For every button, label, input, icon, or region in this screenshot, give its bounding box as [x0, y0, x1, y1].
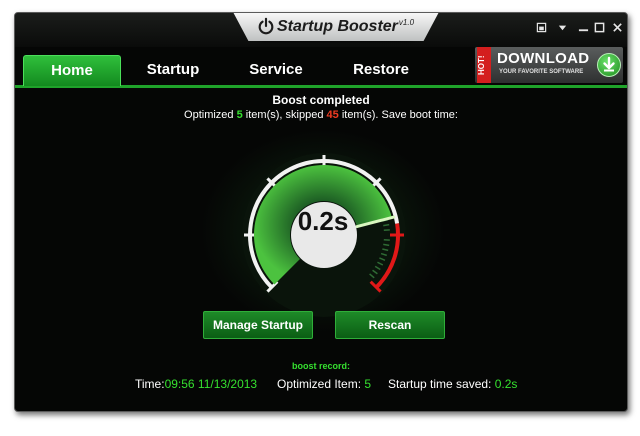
tab-restore-label: Restore [353, 61, 409, 78]
power-icon [258, 17, 274, 35]
title-bar[interactable]: Startup Boosterv1.0 [15, 13, 627, 47]
tab-home[interactable]: Home [23, 55, 121, 86]
close-icon[interactable] [611, 22, 623, 34]
tab-home-label: Home [51, 62, 93, 79]
download-ad-banner[interactable]: HOT! DOWNLOAD YOUR FAVORITE SOFTWARE [475, 47, 623, 83]
record-saved: Startup time saved: 0.2s [388, 377, 517, 391]
tab-startup-label: Startup [146, 61, 200, 78]
tab-restore[interactable]: Restore [341, 55, 421, 85]
gauge-minor-tick [383, 243, 390, 247]
gauge-value: 0.2s [297, 206, 349, 236]
status-summary: Optimized 5 item(s), skipped 45 item(s).… [15, 109, 627, 121]
tab-service-label: Service [249, 61, 303, 78]
boost-record-title: boost record: [291, 361, 350, 371]
tab-startup[interactable]: Startup [133, 55, 213, 85]
record-saved-label: Startup time saved: [388, 377, 492, 391]
optimized-count: 5 [236, 109, 243, 121]
status-skipped-prefix: item(s), skipped [245, 109, 324, 121]
app-title: Startup Boosterv1.0 [277, 18, 414, 36]
tab-service[interactable]: Service [233, 55, 319, 85]
download-title: DOWNLOAD [497, 50, 590, 67]
record-items-value: 5 [364, 377, 372, 391]
status-optimized-prefix: Optimized [184, 109, 234, 121]
record-time-label: Time: [135, 377, 165, 391]
skipped-count: 45 [326, 109, 339, 121]
record-items-label: Optimized Item: [277, 377, 362, 391]
record-time-value: 09:56 11/13/2013 [164, 377, 258, 391]
hot-badge: HOT! [477, 47, 491, 83]
gauge-minor-tick [383, 223, 390, 227]
status-title: Boost completed [272, 93, 370, 107]
download-arrow-icon [597, 53, 621, 77]
app-title-text: Startup Booster [277, 18, 398, 35]
record-saved-value: 0.2s [494, 377, 518, 391]
rescan-button[interactable]: Rescan [335, 311, 445, 339]
pin-icon[interactable] [535, 22, 547, 34]
dropdown-icon[interactable] [556, 22, 568, 34]
record-items: Optimized Item: 5 [277, 377, 371, 391]
app-version: v1.0 [398, 18, 415, 27]
manage-startup-button[interactable]: Manage Startup [203, 311, 313, 339]
download-subtitle: YOUR FAVORITE SOFTWARE [499, 69, 584, 75]
maximize-icon[interactable] [593, 22, 605, 34]
status-suffix: item(s). Save boot time: [341, 109, 458, 121]
app-window: Startup Boosterv1.0 Home Startup Service… [14, 12, 628, 412]
minimize-icon[interactable] [577, 22, 589, 34]
record-time: Time:09:56 11/13/2013 [135, 377, 257, 391]
title-plate: Startup Boosterv1.0 [251, 13, 421, 41]
